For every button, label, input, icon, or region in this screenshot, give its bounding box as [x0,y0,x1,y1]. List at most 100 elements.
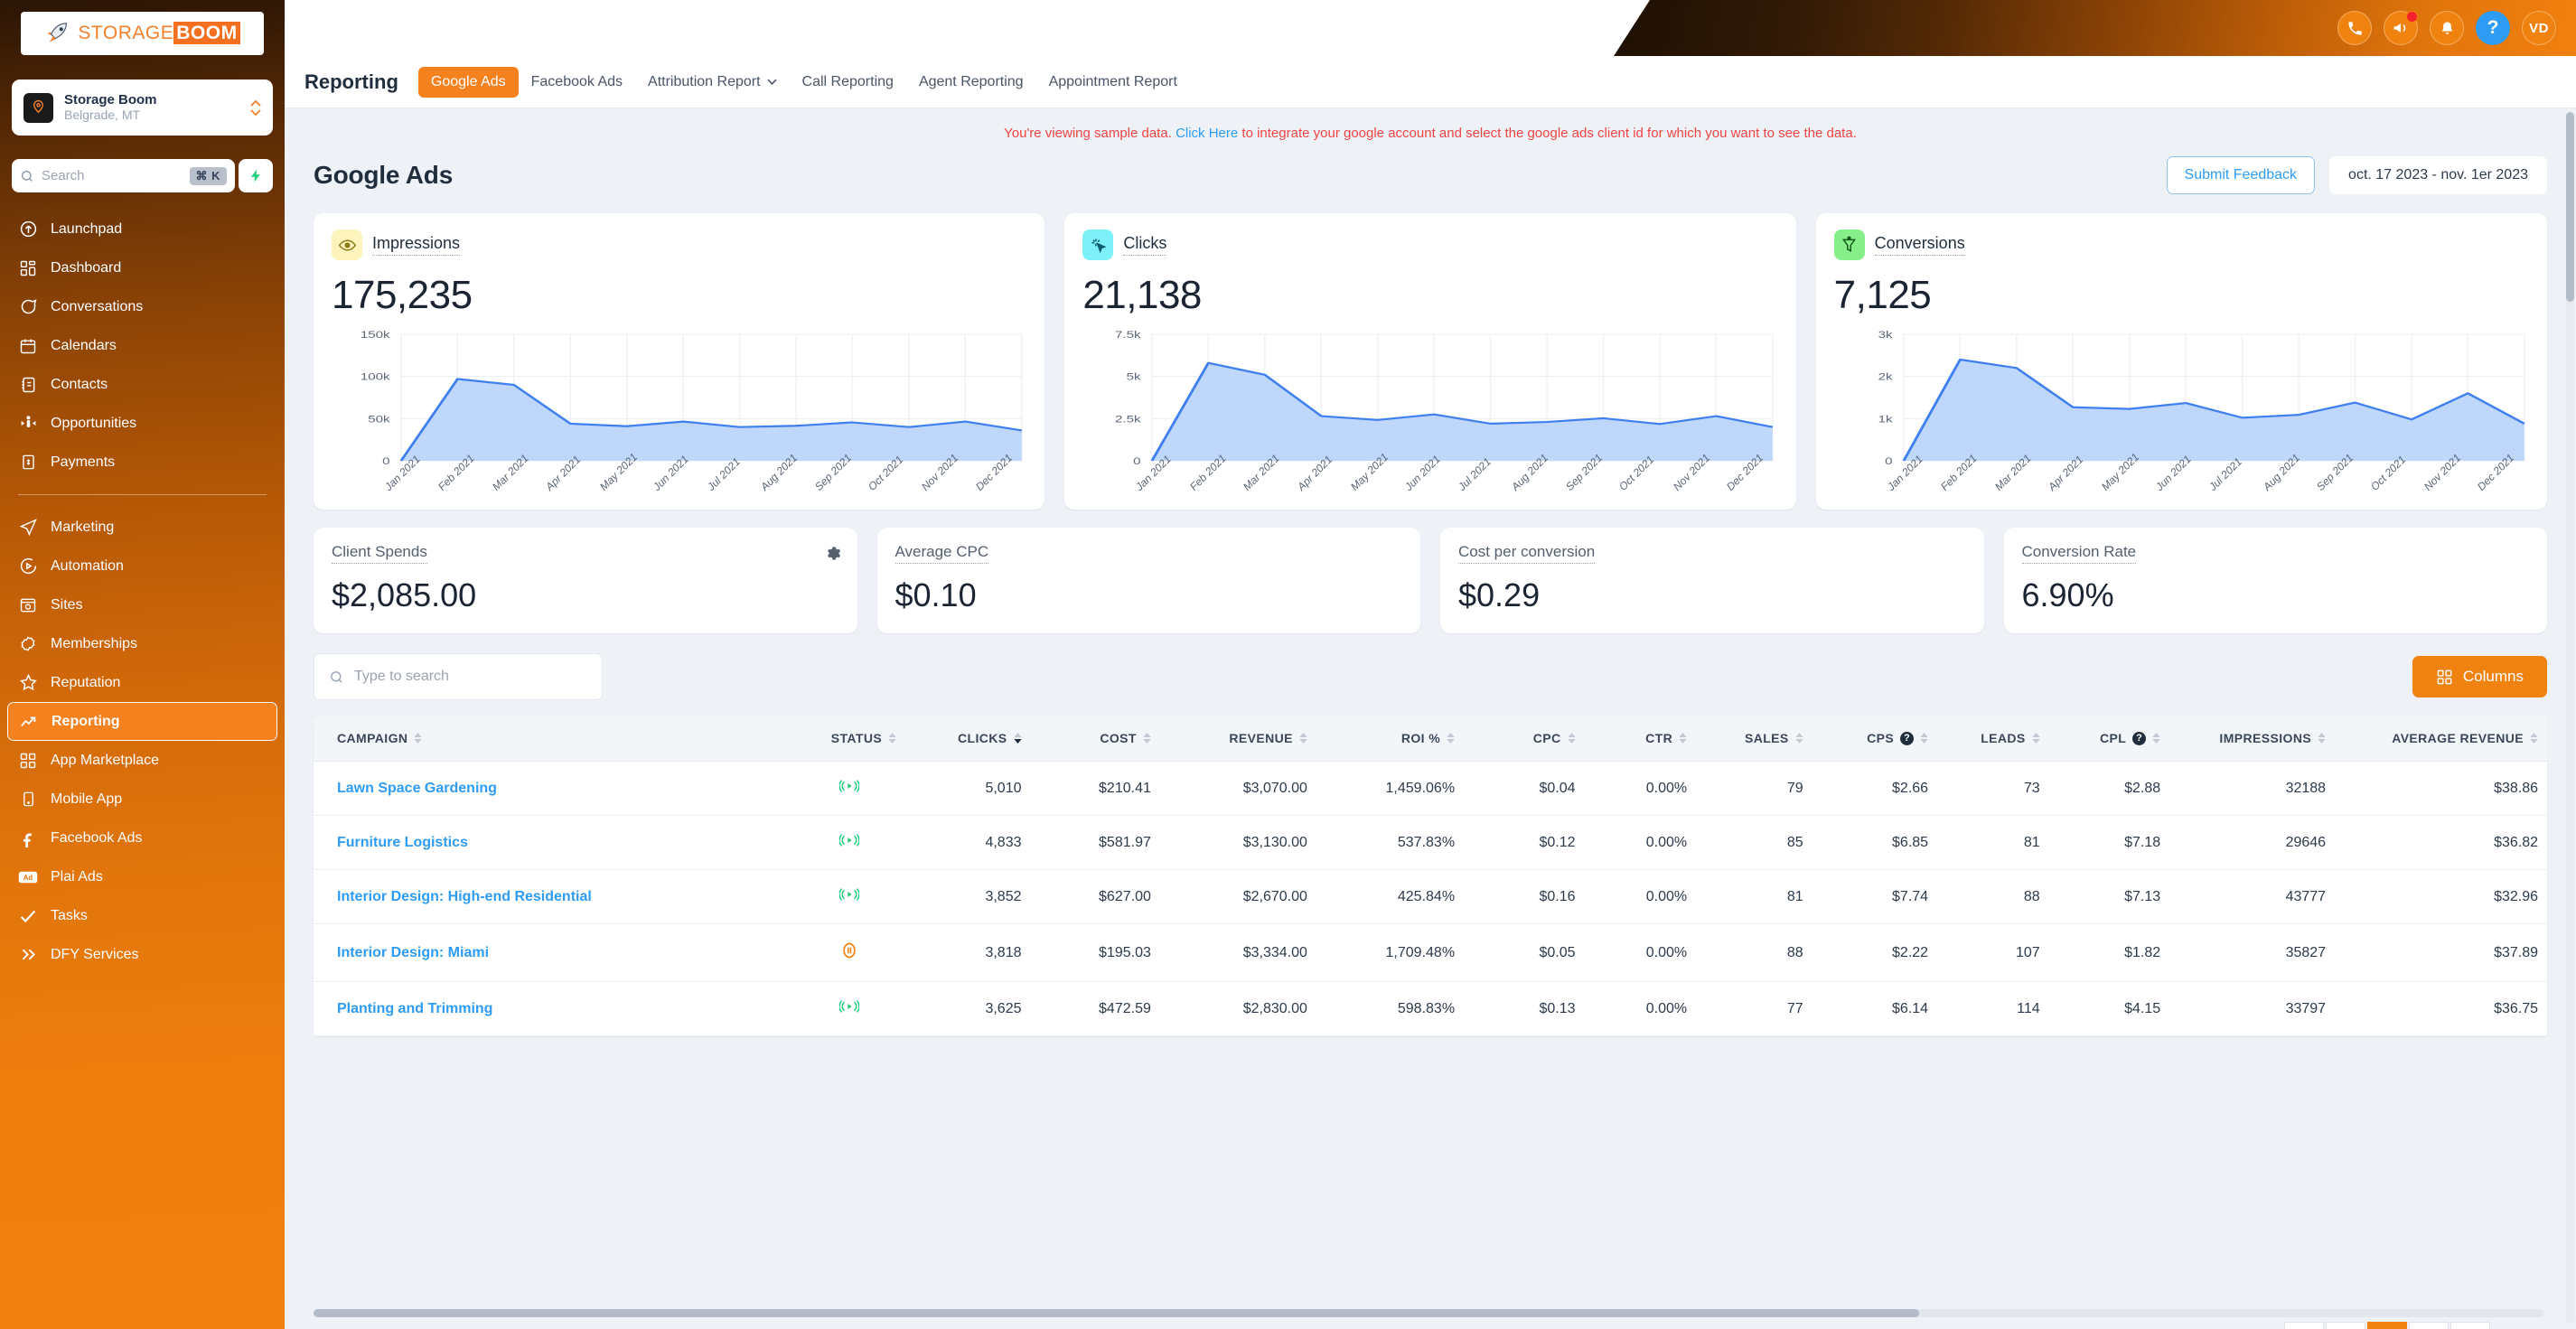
sidebar-item-memberships[interactable]: Memberships [7,624,277,663]
sidebar-item-sites[interactable]: Sites [7,585,277,624]
pagination-next[interactable] [2450,1322,2490,1329]
funnel-icon [1833,229,1865,260]
horizontal-scrollbar[interactable] [314,1309,2543,1317]
account-switcher[interactable]: Storage Boom Belgrade, MT [12,80,273,136]
pagination-page-3[interactable] [2409,1322,2449,1329]
sidebar-item-automation[interactable]: Automation [7,547,277,585]
sort-toggle-icon[interactable] [2032,733,2040,744]
vertical-scrollbar-thumb[interactable] [2566,112,2574,302]
table-header-impressions[interactable]: IMPRESSIONS [2169,716,2336,762]
table-header-cpc[interactable]: CPC [1464,716,1585,762]
tab-facebook-ads[interactable]: Facebook Ads [519,67,635,98]
tab-appointment-report[interactable]: Appointment Report [1036,67,1190,98]
tab-call-reporting[interactable]: Call Reporting [790,67,906,98]
sort-toggle-icon[interactable] [1679,733,1687,744]
sidebar-item-opportunities[interactable]: Opportunities [7,404,277,443]
sidebar-item-reporting[interactable]: Reporting [7,702,277,741]
sidebar-item-payments[interactable]: Payments [7,443,277,482]
table-row[interactable]: Furniture Logistics 4,833 $581.97 $3,130.0… [314,815,2547,870]
search-input[interactable]: Search ⌘ K [12,159,235,192]
pagination-page-current[interactable] [2367,1322,2407,1329]
help-tooltip-icon[interactable]: ? [1900,731,1915,745]
table-header-revenue[interactable]: REVENUE [1159,716,1316,762]
help-icon[interactable]: ? [2476,11,2510,45]
table-row[interactable]: Interior Design: Miami 3,818 $195.03 $3,33… [314,923,2547,982]
sidebar-item-launchpad[interactable]: Launchpad [7,210,277,248]
phone-icon[interactable] [2337,11,2372,45]
table-header-status[interactable]: STATUS [793,716,906,762]
sort-toggle-icon[interactable] [1299,733,1307,744]
tab-attribution-report[interactable]: Attribution Report [635,67,790,98]
sidebar-item-reputation[interactable]: Reputation [7,663,277,702]
sort-toggle-icon[interactable] [2152,733,2160,744]
table-header-campaign[interactable]: CAMPAIGN [314,716,794,762]
sidebar-item-marketing[interactable]: Marketing [7,508,277,547]
table-header-cost[interactable]: COST [1030,716,1160,762]
sidebar-item-label: Reporting [52,713,120,729]
bell-icon[interactable] [2430,11,2464,45]
table-cell-campaign[interactable]: Planting and Trimming [314,981,794,1036]
opportunities-icon [18,414,38,434]
sidebar-item-facebook-ads[interactable]: Facebook Ads [7,819,277,857]
table-header-cps[interactable]: CPS? [1812,716,1938,762]
table-header-clicks[interactable]: CLICKS [905,716,1031,762]
pagination-page-1[interactable] [2326,1322,2365,1329]
table-header-roi[interactable]: ROI % [1316,716,1465,762]
sort-toggle-icon[interactable] [1567,733,1576,744]
quick-actions-button[interactable] [239,159,273,192]
sidebar-item-mobile-app[interactable]: Mobile App [7,780,277,819]
sidebar-item-contacts[interactable]: Contacts [7,365,277,404]
table-cell-campaign[interactable]: Furniture Logistics [314,815,794,870]
pagination-prev[interactable] [2284,1322,2324,1329]
sort-toggle-icon[interactable] [414,733,423,744]
brand-logo[interactable]: STORAGE BOOM [21,12,264,55]
sort-toggle-icon[interactable] [2318,733,2326,744]
tab-google-ads[interactable]: Google Ads [417,66,519,98]
table-cell-revenue: $2,830.00 [1159,981,1316,1036]
account-location: Belgrade, MT [64,108,141,123]
tab-agent-reporting[interactable]: Agent Reporting [906,67,1036,98]
date-range-picker[interactable]: oct. 17 2023 - nov. 1er 2023 [2329,156,2547,194]
sort-toggle-icon[interactable] [1013,733,1022,744]
table-cell-campaign[interactable]: Interior Design: Miami [314,923,794,982]
gear-icon[interactable] [824,545,841,566]
table-row[interactable]: Planting and Trimming 3,625 $472.59 $2,830… [314,981,2547,1036]
sort-toggle-icon[interactable] [1143,733,1151,744]
columns-button[interactable]: Columns [2412,656,2547,697]
sort-toggle-icon[interactable] [888,733,896,744]
table-cell-campaign[interactable]: Lawn Space Gardening [314,761,794,816]
avatar[interactable]: VD [2522,11,2556,45]
table-cell-roi: 1,459.06% [1316,761,1465,816]
table-header-avg_revenue[interactable]: AVERAGE REVENUE [2335,716,2547,762]
sidebar-item-dashboard[interactable]: Dashboard [7,248,277,287]
banner-click-here-link[interactable]: Click Here [1176,126,1238,141]
sidebar-item-dfy-services[interactable]: DFY Services [7,935,277,974]
submit-feedback-button[interactable]: Submit Feedback [2166,156,2316,194]
sidebar-item-label: DFY Services [51,946,139,962]
sort-toggle-icon[interactable] [2530,733,2538,744]
sidebar-item-plai-ads[interactable]: Ad Plai Ads [7,857,277,896]
table-header-sales[interactable]: SALES [1696,716,1813,762]
help-tooltip-icon[interactable]: ? [2132,731,2147,745]
sidebar-item-conversations[interactable]: Conversations [7,287,277,326]
sort-toggle-icon[interactable] [1920,733,1928,744]
table-cell-campaign[interactable]: Interior Design: High-end Residential [314,869,794,924]
table-search-input[interactable]: Type to search [314,653,603,700]
sort-toggle-icon[interactable] [1794,733,1803,744]
table-header-ctr[interactable]: CTR [1584,716,1697,762]
sidebar-item-app-marketplace[interactable]: App Marketplace [7,741,277,780]
table-header-leads[interactable]: LEADS [1937,716,2049,762]
pagination-controls[interactable] [2284,1322,2490,1329]
horizontal-scrollbar-thumb[interactable] [314,1309,1919,1317]
table-header-cpl[interactable]: CPL? [2048,716,2170,762]
column-label: ROI % [1400,731,1441,745]
table-row[interactable]: Interior Design: High-end Residential 3,… [314,869,2547,924]
sort-toggle-icon[interactable] [1447,733,1455,744]
table-cell-impressions: 43777 [2169,869,2336,924]
sidebar-item-label: Dashboard [51,259,122,276]
sidebar-item-tasks[interactable]: Tasks [7,896,277,935]
table-row[interactable]: Lawn Space Gardening 5,010 $210.41 $3,070.… [314,761,2547,816]
megaphone-icon[interactable] [2384,11,2418,45]
sidebar-item-calendars[interactable]: Calendars [7,326,277,365]
vertical-scrollbar[interactable] [2566,112,2574,1324]
